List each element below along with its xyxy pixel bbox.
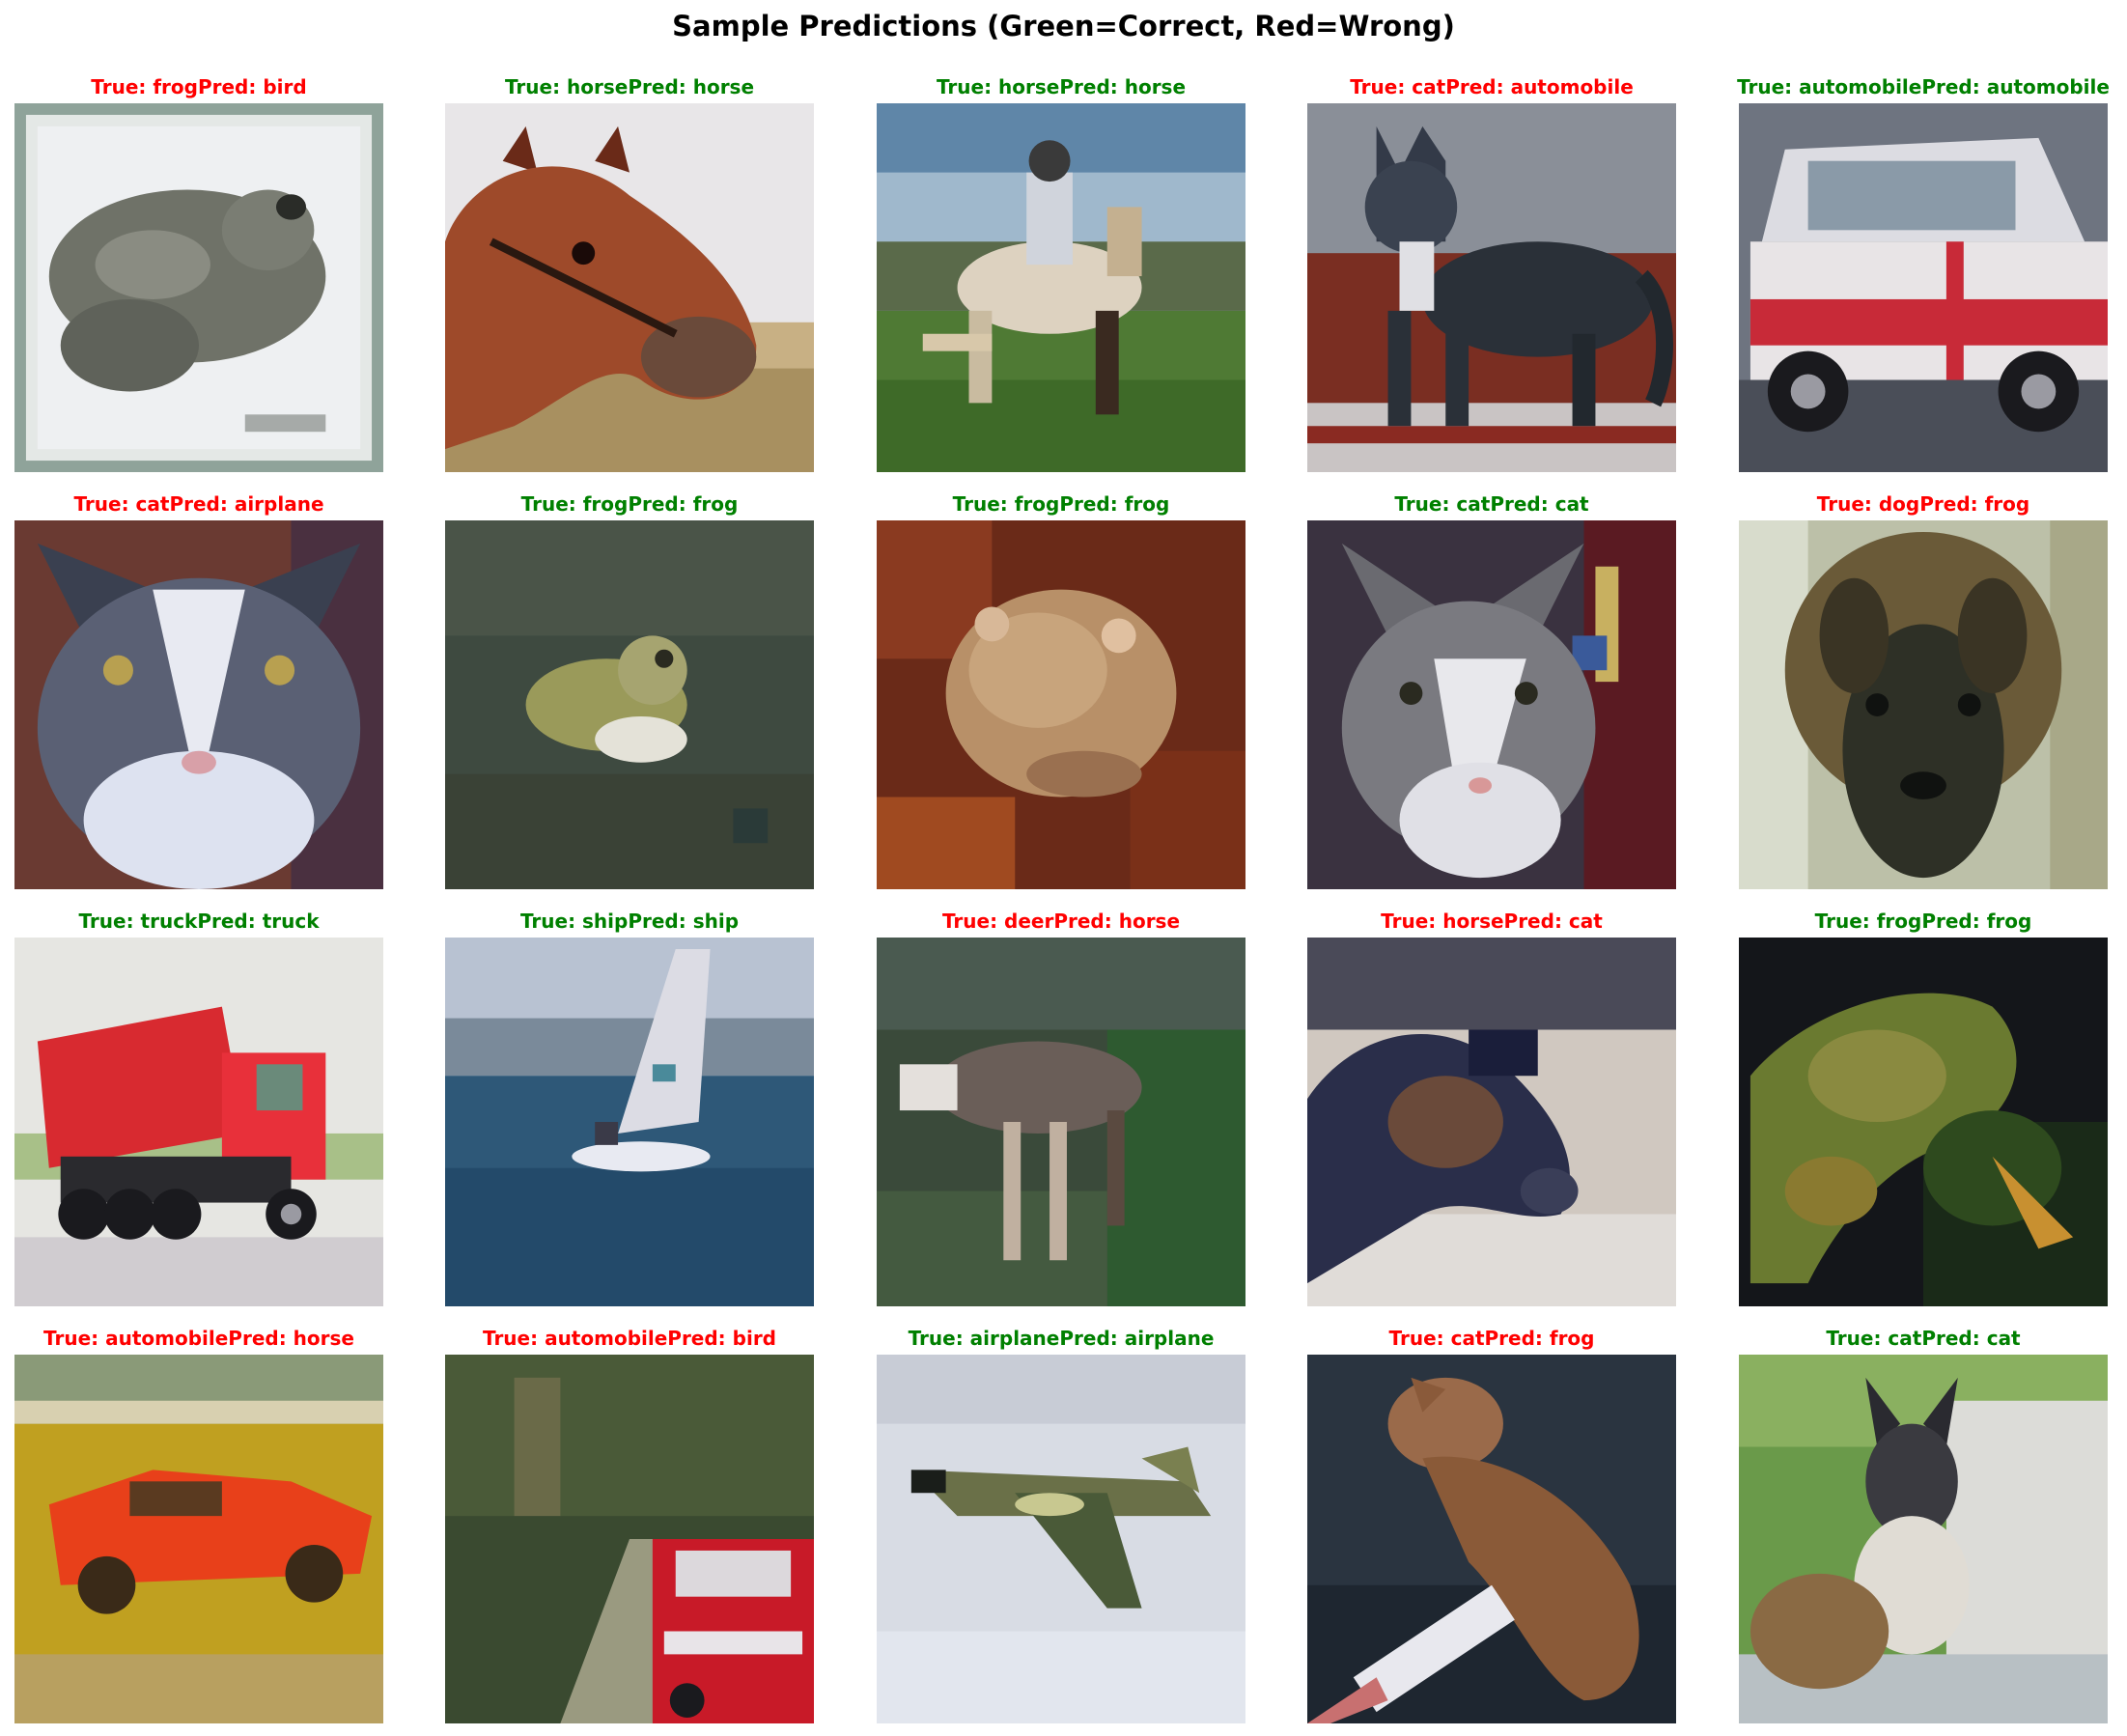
sample-image-automobile	[14, 1355, 383, 1723]
sample-title: True: frogPred: frog	[952, 492, 1170, 516]
sample-image-deer	[877, 938, 1245, 1306]
sample-image-horse	[877, 103, 1245, 472]
sample-image-cat	[1307, 103, 1676, 472]
sample-title: True: catPred: cat	[1826, 1327, 2021, 1350]
sample-image-ship	[445, 938, 814, 1306]
sample-image-horse	[445, 103, 814, 472]
sample-title: True: airplanePred: airplane	[908, 1327, 1215, 1350]
sample-grid: True: frogPred: bird True: horsePred: ho…	[0, 0, 2127, 1736]
sample-image-cat	[1307, 520, 1676, 889]
sample-title: True: horsePred: horse	[504, 75, 755, 98]
sample-title: True: dogPred: frog	[1816, 492, 2030, 516]
sample-title: True: catPred: automobile	[1350, 75, 1634, 98]
sample-title: True: catPred: frog	[1388, 1327, 1595, 1350]
sample-title: True: horsePred: horse	[936, 75, 1187, 98]
sample-image-cat	[14, 520, 383, 889]
sample-title: True: horsePred: cat	[1381, 910, 1603, 933]
sample-title: True: catPred: airplane	[73, 492, 324, 516]
sample-image-automobile	[445, 1355, 814, 1723]
sample-image-cat	[1739, 1355, 2108, 1723]
sample-title: True: automobilePred: automobile	[1737, 75, 2110, 98]
sample-title: True: automobilePred: horse	[43, 1327, 354, 1350]
sample-image-truck	[14, 938, 383, 1306]
sample-image-frog	[1739, 938, 2108, 1306]
sample-image-horse	[1307, 938, 1676, 1306]
sample-image-frog	[14, 103, 383, 472]
sample-image-cat	[1307, 1355, 1676, 1723]
sample-title: True: frogPred: frog	[1814, 910, 2032, 933]
sample-image-frog	[877, 520, 1245, 889]
sample-title: True: catPred: cat	[1394, 492, 1589, 516]
sample-image-dog	[1739, 520, 2108, 889]
sample-title: True: frogPred: frog	[520, 492, 739, 516]
sample-title: True: deerPred: horse	[941, 910, 1181, 933]
sample-image-airplane	[877, 1355, 1245, 1723]
sample-title: True: automobilePred: bird	[483, 1327, 776, 1350]
sample-title: True: truckPred: truck	[78, 910, 320, 933]
sample-title: True: frogPred: bird	[91, 75, 307, 98]
sample-image-frog	[445, 520, 814, 889]
sample-image-automobile	[1739, 103, 2108, 472]
sample-title: True: shipPred: ship	[519, 910, 740, 933]
